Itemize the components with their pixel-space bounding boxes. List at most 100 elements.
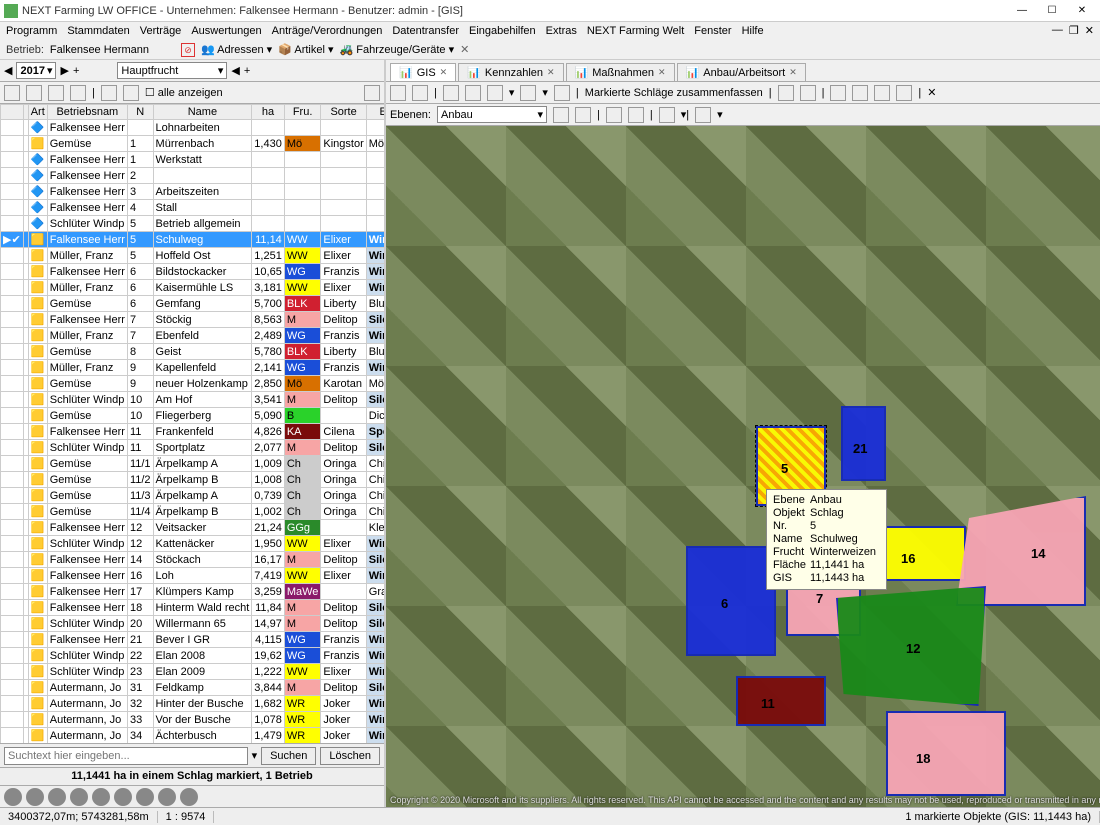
table-row[interactable]: 🟨Gemüse9neuer Holzenkamp2,850MöKarotanMö… — [1, 376, 385, 392]
gis-t3-icon[interactable] — [830, 85, 846, 101]
mdi-min[interactable]: — — [1052, 24, 1063, 37]
artikel-menu[interactable]: 📦 Artikel ▾ — [278, 43, 333, 56]
gis-t2-icon[interactable] — [800, 85, 816, 101]
gis-shape-icon[interactable] — [465, 85, 481, 101]
gis-poly-icon[interactable] — [487, 85, 503, 101]
markierte-label[interactable]: Markierte Schläge zusammenfassen — [585, 87, 763, 99]
menu-verträge[interactable]: Verträge — [140, 25, 182, 37]
print-icon[interactable] — [26, 85, 42, 101]
table-row[interactable]: 🟨Falkensee Herr7Stöckig8,563MDelitopSilo… — [1, 312, 385, 328]
menu-next farming welt[interactable]: NEXT Farming Welt — [587, 25, 684, 37]
tab-gis[interactable]: 📊GIS✕ — [390, 63, 456, 81]
table-row[interactable]: 🟨Autermann, Jo32Hinter der Busche1,682WR… — [1, 696, 385, 712]
col-header[interactable] — [1, 105, 24, 120]
search-button[interactable]: Suchen — [261, 747, 316, 765]
table-row[interactable]: 🟨Müller, Franz7Ebenfeld2,489WGFranzisWin… — [1, 328, 385, 344]
bi1-icon[interactable] — [4, 788, 22, 806]
pan-icon[interactable] — [606, 107, 622, 123]
gis-print-icon[interactable] — [390, 85, 406, 101]
col-header[interactable]: Sorte — [321, 105, 366, 120]
hauptfrucht-select[interactable]: Hauptfrucht▾ — [117, 62, 227, 79]
menu-extras[interactable]: Extras — [546, 25, 577, 37]
table-row[interactable]: 🟨Schlüter Windp20Willermann 6514,97MDeli… — [1, 616, 385, 632]
table-row[interactable]: 🔷Falkensee Herr3Arbeitszeiten — [1, 184, 385, 200]
tool1-icon[interactable] — [4, 85, 20, 101]
table-row[interactable]: 🔷Falkensee HerrLohnarbeiten — [1, 120, 385, 136]
bi7-icon[interactable] — [136, 788, 154, 806]
zoom-in-icon[interactable] — [553, 107, 569, 123]
table-row[interactable]: 🟨Falkensee Herr6Bildstockacker10,65WGFra… — [1, 264, 385, 280]
fav-icon[interactable] — [101, 85, 117, 101]
table-row[interactable]: 🟨Schlüter Windp10Am Hof3,541MDelitopSilo… — [1, 392, 385, 408]
table-row[interactable]: ▶✔🟨Falkensee Herr5Schulweg11,14WWElixerW… — [1, 232, 385, 248]
table-row[interactable]: 🔷Schlüter Windp5Betrieb allgemein — [1, 216, 385, 232]
table-row[interactable]: 🟨Autermann, Jo33Vor der Busche1,078WRJok… — [1, 712, 385, 728]
tab-anbau/arbeitsort[interactable]: 📊Anbau/Arbeitsort✕ — [677, 63, 806, 81]
zoom-out-icon[interactable] — [575, 107, 591, 123]
field-poly-11[interactable] — [736, 676, 826, 726]
table-row[interactable]: 🟨Schlüter Windp12Kattenäcker1,950WWElixe… — [1, 536, 385, 552]
search-input[interactable] — [4, 747, 248, 765]
alle-anzeigen[interactable]: ☐ alle anzeigen — [145, 86, 223, 99]
close-toolbar-icon[interactable]: ✕ — [460, 43, 469, 56]
table-row[interactable]: 🟨Schlüter Windp22Elan 200819,62WGFranzis… — [1, 648, 385, 664]
bi8-icon[interactable] — [158, 788, 176, 806]
minimize-button[interactable]: — — [1008, 2, 1036, 20]
prev-icon[interactable]: ◀ — [4, 64, 12, 77]
table-row[interactable]: 🟨Gemüse11/3Ärpelkamp A0,739ChOringaChico… — [1, 488, 385, 504]
col-header[interactable]: Ernteprodukt — [366, 105, 384, 120]
col-header[interactable]: N — [127, 105, 153, 120]
search-dropdown-icon[interactable]: ▾ — [252, 749, 258, 762]
table-row[interactable]: 🟨Autermann, Jo34Ächterbusch1,479WRJokerW… — [1, 728, 385, 744]
table-row[interactable]: 🟨Gemüse6Gemfang5,700BLKLibertyBlumenkohl… — [1, 296, 385, 312]
gis-edit-icon[interactable] — [520, 85, 536, 101]
gis-t6-icon[interactable] — [896, 85, 912, 101]
col-header[interactable]: Fru. — [284, 105, 321, 120]
table-row[interactable]: 🟨Falkensee Herr14Stöckach16,17MDelitopSi… — [1, 552, 385, 568]
ebenen-select[interactable]: Anbau▾ — [437, 106, 547, 123]
maximize-button[interactable]: ☐ — [1038, 2, 1066, 20]
table-row[interactable]: 🟨Falkensee Herr21Bever I GR4,115WGFranzi… — [1, 632, 385, 648]
add-year-icon[interactable]: + — [73, 65, 79, 77]
menu-fenster[interactable]: Fenster — [694, 25, 731, 37]
table-row[interactable]: 🟨Autermann, Jo31Feldkamp3,844MDelitopSil… — [1, 680, 385, 696]
menu-auswertungen[interactable]: Auswertungen — [191, 25, 261, 37]
map-canvas[interactable]: 521671614121118 EbeneAnbauObjektSchlagNr… — [386, 126, 1100, 807]
year-select[interactable]: 2017 ▾ — [16, 62, 56, 79]
menu-anträge/verordnungen[interactable]: Anträge/Verordnungen — [272, 25, 383, 37]
table-row[interactable]: 🔷Falkensee Herr4Stall — [1, 200, 385, 216]
table-row[interactable]: 🟨Müller, Franz9Kapellenfeld2,141WGFranzi… — [1, 360, 385, 376]
menu-datentransfer[interactable]: Datentransfer — [392, 25, 459, 37]
field-poly-6[interactable] — [686, 546, 776, 656]
menu-stammdaten[interactable]: Stammdaten — [67, 25, 129, 37]
table-row[interactable]: 🟨Müller, Franz5Hoffeld Ost1,251WWElixerW… — [1, 248, 385, 264]
table-row[interactable]: 🟨Falkensee Herr11Frankenfeld4,826KACilen… — [1, 424, 385, 440]
gis-close-icon[interactable]: ✕ — [927, 86, 936, 99]
bi9-icon[interactable] — [180, 788, 198, 806]
gis-tool2-icon[interactable] — [412, 85, 428, 101]
tab-maßnahmen[interactable]: 📊Maßnahmen✕ — [566, 63, 675, 81]
tool7-icon[interactable] — [364, 85, 380, 101]
bi3-icon[interactable] — [48, 788, 66, 806]
gis-add-icon[interactable] — [443, 85, 459, 101]
table-row[interactable]: 🔷Falkensee Herr1Werkstatt — [1, 152, 385, 168]
mdi-close[interactable]: ✕ — [1085, 24, 1094, 37]
table-row[interactable]: 🟨Schlüter Windp23Elan 20091,222WWElixerW… — [1, 664, 385, 680]
clear-button[interactable]: Löschen — [320, 747, 380, 765]
col-header[interactable]: Name — [153, 105, 252, 120]
layers-icon[interactable] — [695, 107, 711, 123]
table-row[interactable]: 🟨Falkensee Herr12Veitsacker21,24GGgKleeg… — [1, 520, 385, 536]
bi4-icon[interactable] — [70, 788, 88, 806]
table-row[interactable]: 🟨Falkensee Herr18Hinterm Wald recht11,84… — [1, 600, 385, 616]
close-button[interactable]: ✕ — [1068, 2, 1096, 20]
table-row[interactable]: 🟨Schlüter Windp11Sportplatz2,077MDelitop… — [1, 440, 385, 456]
mdi-restore[interactable]: ❐ — [1069, 24, 1079, 37]
bi5-icon[interactable] — [92, 788, 110, 806]
table-row[interactable]: 🟨Falkensee Herr16Loh7,419WWElixerWinterw… — [1, 568, 385, 584]
col-header[interactable]: Art — [28, 105, 47, 120]
bi6-icon[interactable] — [114, 788, 132, 806]
col-header[interactable]: Betriebsnam — [47, 105, 127, 120]
field-poly-18[interactable] — [886, 711, 1006, 796]
table-row[interactable]: 🟨Gemüse11/2Ärpelkamp B1,008ChOringaChico… — [1, 472, 385, 488]
menu-hilfe[interactable]: Hilfe — [742, 25, 764, 37]
